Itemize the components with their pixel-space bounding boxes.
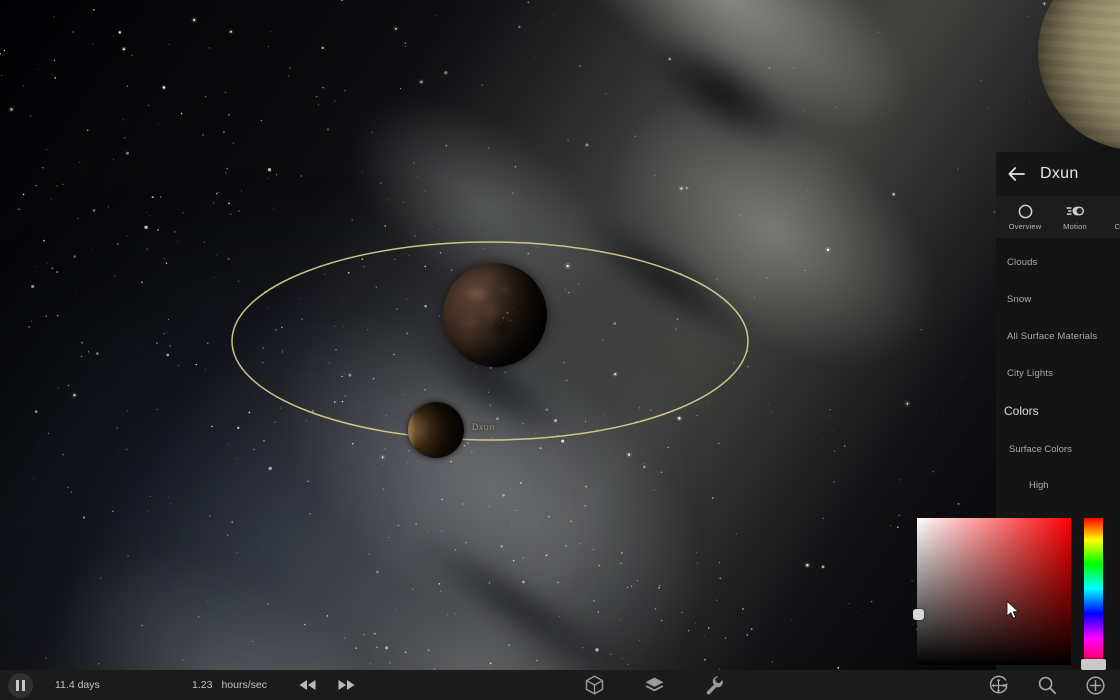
property-row-city-lights[interactable]: City Lights (996, 355, 1120, 392)
color-picker (913, 513, 1109, 673)
moon-limb-highlight (408, 402, 464, 458)
property-row-all-surface-materials[interactable]: All Surface Materials (996, 318, 1120, 355)
tab-composition[interactable]: Comp (1100, 204, 1120, 231)
layers-button[interactable] (644, 676, 665, 694)
pause-button[interactable] (8, 672, 33, 698)
property-label: City Lights (1007, 368, 1054, 379)
saturation-value-handle[interactable] (913, 609, 924, 620)
motion-slider-icon (1065, 204, 1085, 219)
bottom-toolbar: 11.4 days 1.23 hours/sec (0, 670, 1120, 700)
back-button[interactable] (1004, 162, 1028, 186)
moon-dxun[interactable] (408, 402, 464, 458)
property-row-clouds[interactable]: Clouds (996, 244, 1120, 281)
playback-controls: 11.4 days (8, 672, 100, 698)
tab-overview-label: Overview (1008, 221, 1042, 231)
wrench-icon (706, 676, 723, 695)
color-level-label: High (1029, 479, 1049, 491)
tab-motion-label: Motion (1063, 221, 1087, 231)
hue-slider-strip[interactable] (1084, 518, 1103, 665)
tab-motion[interactable]: Motion (1050, 204, 1100, 231)
layers-icon (645, 677, 664, 692)
pause-icon-bar-left (16, 679, 19, 691)
section-heading-colors: Colors (996, 392, 1120, 430)
hue-slider-handle[interactable] (1081, 659, 1106, 670)
center-tool-group (585, 675, 724, 695)
orbit-label-dxun[interactable]: Dxun (472, 422, 495, 432)
subsection-surface-colors[interactable]: Surface Colors (996, 430, 1120, 468)
zoom-in-button[interactable] (1085, 675, 1106, 696)
panel-title: Dxun (1040, 165, 1079, 182)
time-rate-readout[interactable]: 1.23 hours/sec (192, 679, 267, 691)
subsection-label: Surface Colors (1009, 443, 1072, 455)
search-icon (1038, 676, 1057, 695)
navigate-button[interactable] (988, 675, 1009, 696)
pause-icon-bar-right (22, 679, 25, 691)
saturation-value-square[interactable] (913, 518, 1071, 665)
rate-value: 1.23 (192, 679, 213, 691)
elapsed-time-readout: 11.4 days (55, 679, 100, 691)
zoom-in-icon (1086, 675, 1105, 695)
tab-composition-label: Comp (1114, 221, 1120, 231)
rewind-icon (299, 680, 316, 690)
circle-icon (1018, 204, 1033, 219)
primary-planet[interactable] (443, 263, 547, 367)
property-row-snow[interactable]: Snow (996, 281, 1120, 318)
rate-unit: hours/sec (221, 679, 267, 691)
rewind-button[interactable] (298, 679, 317, 691)
app-root: Dxun Dxun Overview Motion C Clouds Snow … (0, 0, 1120, 700)
scene-objects-button[interactable] (585, 675, 604, 695)
arrow-left-icon (1008, 167, 1025, 181)
tools-button[interactable] (705, 675, 724, 695)
section-heading-label: Colors (1004, 404, 1039, 418)
property-label: Clouds (1007, 257, 1038, 268)
property-label: Snow (1007, 294, 1032, 305)
panel-header: Dxun (996, 152, 1120, 196)
color-level-high[interactable]: High (996, 468, 1120, 502)
property-label: All Surface Materials (1007, 331, 1098, 342)
planet-terminator-shadow (443, 263, 547, 367)
speed-buttons (298, 679, 356, 691)
right-tool-group (988, 675, 1106, 696)
tab-overview[interactable]: Overview (1000, 204, 1050, 231)
fast-forward-icon (338, 680, 355, 690)
panel-tab-bar: Overview Motion C (996, 196, 1120, 238)
cube-icon (585, 675, 604, 695)
orbit-move-icon (989, 675, 1008, 693)
search-button[interactable] (1037, 675, 1057, 695)
fast-forward-button[interactable] (337, 679, 356, 691)
